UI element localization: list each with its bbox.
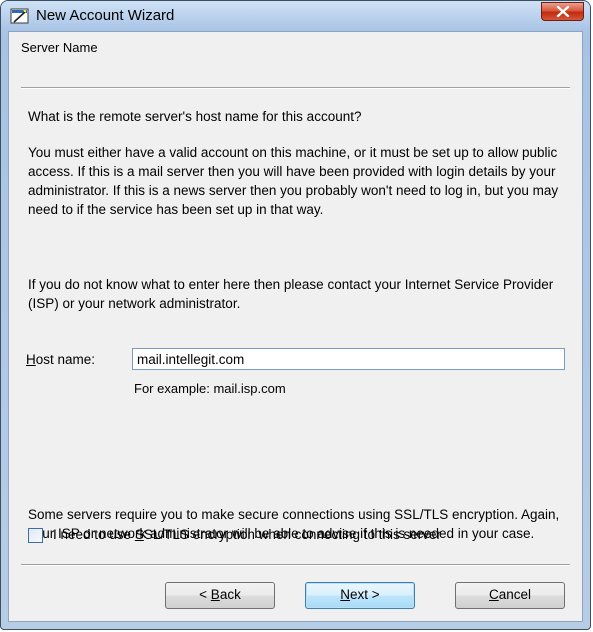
host-name-label: Host name: (26, 352, 96, 367)
window-title: New Account Wizard (36, 7, 175, 24)
ssl-checkbox[interactable] (28, 528, 43, 543)
wizard-client-area: Server Name What is the remote server's … (8, 31, 583, 622)
account-info-text: You must either have a valid account on … (28, 145, 559, 217)
next-button[interactable]: Next > (305, 582, 415, 609)
page-title: Server Name (21, 40, 98, 55)
host-name-input[interactable] (132, 348, 565, 370)
ssl-checkbox-label[interactable]: I need to use SSL/TLS encryption when co… (53, 527, 441, 542)
page-header: Server Name (9, 32, 582, 88)
isp-contact-text: If you do not know what to enter here th… (28, 277, 554, 311)
back-button[interactable]: < Back (165, 582, 275, 609)
cancel-button[interactable]: Cancel (455, 582, 565, 609)
wizard-icon (10, 7, 30, 25)
header-divider (21, 87, 570, 89)
wizard-window: New Account Wizard Server Name What is t… (0, 0, 591, 630)
question-text: What is the remote server's host name fo… (28, 109, 362, 124)
host-example-text: For example: mail.isp.com (134, 381, 286, 396)
close-button[interactable] (541, 2, 584, 21)
title-bar[interactable]: New Account Wizard (1, 1, 590, 31)
close-icon (556, 6, 570, 17)
footer-divider (21, 564, 570, 566)
